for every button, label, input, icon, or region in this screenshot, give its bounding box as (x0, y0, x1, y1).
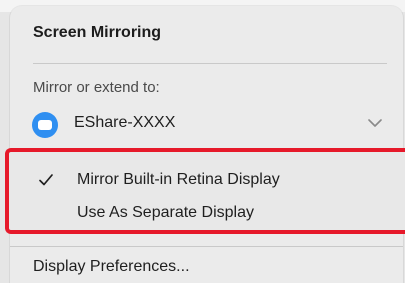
checkmark-icon (39, 174, 53, 186)
display-preferences-link[interactable]: Display Preferences... (33, 258, 190, 276)
menu-title: Screen Mirroring (33, 24, 162, 41)
device-item-eshare[interactable]: EShare-XXXX (30, 106, 395, 140)
option-use-as-separate-display[interactable]: Use As Separate Display (77, 204, 254, 222)
preferences-divider (10, 246, 403, 247)
screen-mirroring-menu (10, 6, 403, 283)
apple-tv-icon (32, 112, 58, 138)
chevron-down-icon[interactable] (366, 116, 384, 130)
option-mirror-built-in-display[interactable]: Mirror Built-in Retina Display (77, 171, 280, 189)
device-name: EShare-XXXX (74, 114, 176, 131)
mirror-or-extend-label: Mirror or extend to: (33, 79, 160, 96)
title-divider (33, 63, 387, 64)
